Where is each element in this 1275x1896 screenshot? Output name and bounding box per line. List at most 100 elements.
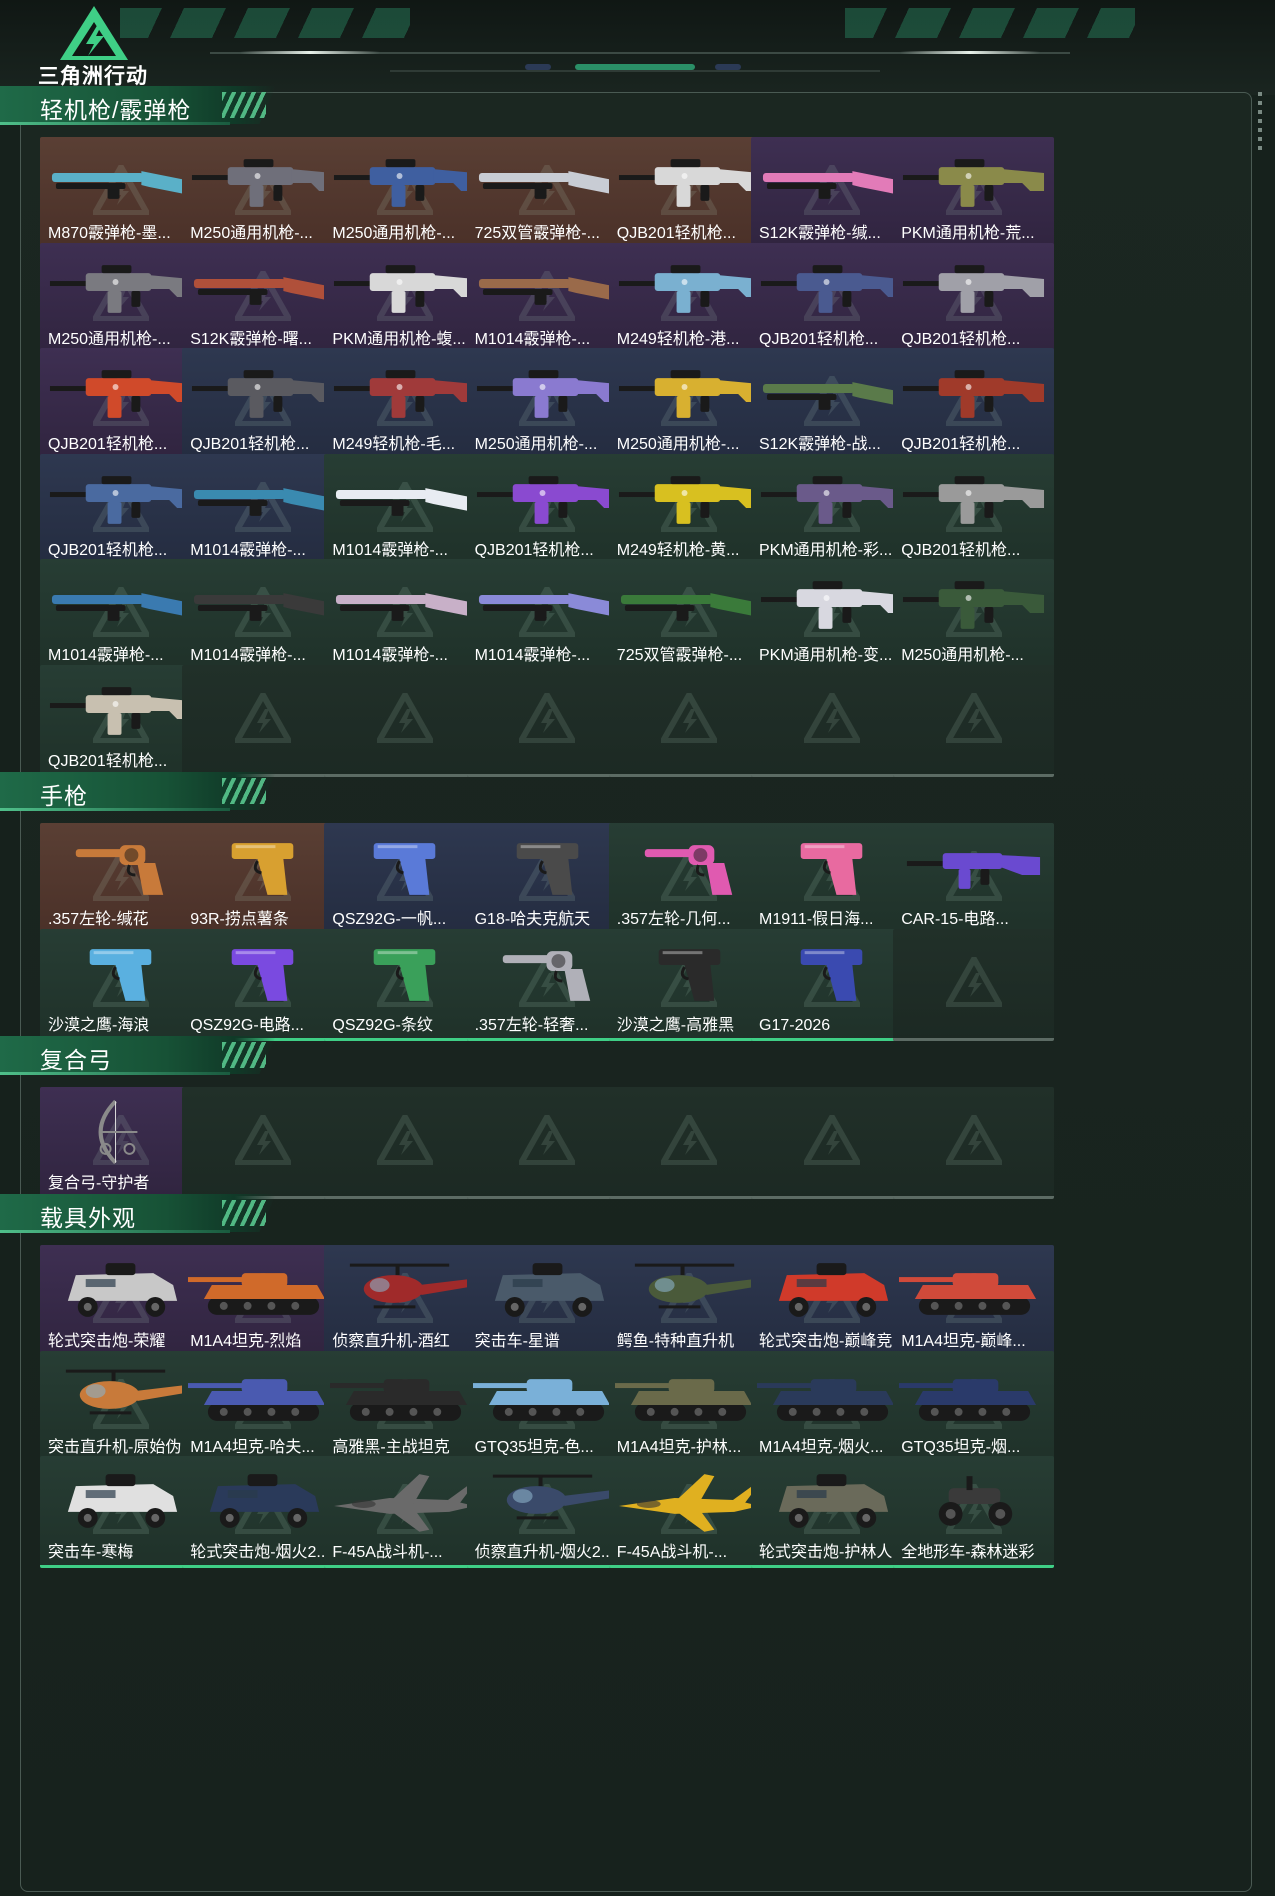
item-card[interactable]: QSZ92G-条纹 — [324, 928, 486, 1041]
shotgun-icon — [336, 593, 476, 621]
item-card[interactable]: M1A4坦克-烟火... — [751, 1350, 912, 1463]
item-card[interactable]: 突击直升机-原始伪... — [40, 1350, 201, 1463]
item-card[interactable]: M1A4坦克-巅峰... — [893, 1245, 1055, 1357]
item-card[interactable]: M1014霰弹枪-... — [466, 559, 628, 671]
item-card[interactable]: M1A4坦克-护林... — [608, 1350, 770, 1463]
item-card[interactable]: 复合弓-守护者 — [40, 1087, 201, 1199]
item-card[interactable]: QJB201轻机枪... — [40, 453, 201, 566]
item-card[interactable]: M249轻机枪-港... — [608, 242, 770, 355]
empty-slot — [893, 928, 1055, 1041]
helicopter-icon — [634, 1263, 754, 1309]
item-card[interactable]: 轮式突击炮-巅峰竞... — [751, 1245, 912, 1357]
scrollbar-handle[interactable] — [1258, 92, 1262, 152]
item-card[interactable]: M249轻机枪-黄... — [608, 453, 770, 566]
item-card[interactable]: M250通用机枪-... — [893, 559, 1055, 671]
item-card[interactable]: .357左轮-轻奢... — [466, 928, 628, 1041]
item-card[interactable]: M250通用机枪-... — [40, 242, 201, 355]
item-card[interactable]: 93R-捞点薯条 — [182, 823, 344, 935]
item-card[interactable]: 725双管霰弹枪-... — [608, 559, 770, 671]
item-card[interactable]: QJB201轻机枪... — [893, 348, 1055, 460]
item-card[interactable]: QJB201轻机枪... — [893, 242, 1055, 355]
banner-decoration-left — [120, 8, 410, 38]
item-name: QJB201轻机枪... — [474, 541, 594, 559]
item-card[interactable]: 沙漠之鹰-高雅黑 — [608, 928, 770, 1041]
item-card[interactable]: QJB201轻机枪... — [608, 137, 770, 249]
item-card[interactable]: 鳄鱼-特种直升机 — [608, 1245, 770, 1357]
section-header: 轻机枪/霰弹枪 — [0, 86, 280, 125]
item-card[interactable]: PKM通用机枪-蝮... — [324, 242, 486, 355]
item-card[interactable]: CAR-15-电路... — [893, 823, 1055, 935]
empty-slot — [893, 1087, 1055, 1199]
item-card[interactable]: QJB201轻机枪... — [466, 453, 628, 566]
item-card[interactable]: M1014霰弹枪-... — [324, 559, 486, 671]
item-card[interactable]: M1014霰弹枪-... — [324, 453, 486, 566]
machine-gun-icon — [476, 370, 618, 418]
item-card[interactable]: PKM通用机枪-荒... — [893, 137, 1055, 249]
item-card[interactable]: G18-哈夫克航天 — [466, 823, 628, 935]
item-card[interactable]: M1014霰弹枪-... — [466, 242, 628, 355]
pistol-icon — [516, 843, 578, 895]
item-card[interactable]: M1911-假日海... — [751, 823, 912, 935]
item-card[interactable]: 轮式突击炮-护林人 — [751, 1456, 912, 1568]
armored-car-icon — [210, 1474, 320, 1528]
tank-icon — [330, 1378, 468, 1421]
item-card[interactable]: QSZ92G-电路... — [182, 928, 344, 1041]
empty-slot — [893, 664, 1055, 777]
banner-indicator — [525, 64, 551, 70]
item-card[interactable]: 轮式突击炮-烟火2... — [182, 1456, 344, 1568]
revolver-icon — [644, 845, 733, 895]
item-card[interactable]: M250通用机枪-... — [466, 348, 628, 460]
item-card[interactable]: QJB201轻机枪... — [893, 453, 1055, 566]
placeholder-logo-icon — [945, 1115, 1002, 1165]
empty-slot — [466, 1087, 628, 1199]
item-card[interactable]: QSZ92G-一帆... — [324, 823, 486, 935]
machine-gun-icon — [760, 581, 903, 629]
item-card[interactable]: QJB201轻机枪... — [182, 348, 344, 460]
item-card[interactable]: S12K霰弹枪-缄... — [751, 137, 912, 249]
item-card[interactable]: S12K霰弹枪-战... — [751, 348, 912, 460]
item-card[interactable]: M1014霰弹枪-... — [182, 559, 344, 671]
item-card[interactable]: M1A4坦克-哈夫... — [182, 1350, 344, 1463]
item-name: 725双管霰弹枪-... — [616, 647, 743, 664]
item-card[interactable]: 725双管霰弹枪-... — [466, 137, 628, 249]
item-name: 突击车-寒梅 — [48, 1544, 134, 1561]
item-card[interactable]: M250通用机枪-... — [324, 137, 486, 249]
item-card[interactable]: G17-2026 — [751, 928, 912, 1041]
item-card[interactable]: F-45A战斗机-... — [608, 1456, 770, 1568]
item-name: M249轻机枪-毛... — [332, 436, 456, 453]
item-card[interactable]: 全地形车-森林迷彩 — [893, 1456, 1055, 1568]
item-card[interactable]: GTQ35坦克-色... — [466, 1350, 628, 1463]
item-card[interactable]: M249轻机枪-毛... — [324, 348, 486, 460]
item-card[interactable]: 侦察直升机-酒红 — [324, 1245, 486, 1357]
item-card[interactable]: .357左轮-缄花 — [40, 823, 201, 935]
item-card[interactable]: S12K霰弹枪-曙... — [182, 242, 344, 355]
item-card[interactable]: M870霰弹枪-墨... — [40, 137, 201, 249]
item-card[interactable]: 侦察直升机-烟火2... — [466, 1456, 628, 1568]
item-card[interactable]: .357左轮-几何... — [608, 823, 770, 935]
item-card[interactable]: QJB201轻机枪... — [40, 664, 201, 777]
item-name: 突击车-星谱 — [474, 1333, 560, 1350]
item-name: M1014霰弹枪-... — [190, 541, 306, 559]
item-name: M1014霰弹枪-... — [332, 541, 448, 559]
rarity-bar — [324, 1037, 486, 1041]
item-card[interactable]: M1014霰弹枪-... — [182, 453, 344, 566]
machine-gun-icon — [903, 581, 1045, 629]
item-card[interactable]: 沙漠之鹰-海浪 — [40, 928, 201, 1041]
item-card[interactable]: 高雅黑-主战坦克 — [324, 1350, 486, 1463]
item-card[interactable]: PKM通用机枪-变... — [751, 559, 912, 671]
item-card[interactable]: M1A4坦克-烈焰 — [182, 1245, 344, 1357]
item-card[interactable]: M250通用机枪-... — [182, 137, 344, 249]
item-card[interactable]: M1014霰弹枪-... — [40, 559, 201, 671]
item-card[interactable]: QJB201轻机枪... — [40, 348, 201, 460]
item-card[interactable]: QJB201轻机枪... — [751, 242, 912, 355]
item-card[interactable]: GTQ35坦克-烟... — [893, 1350, 1055, 1463]
item-card[interactable]: PKM通用机枪-彩... — [751, 453, 912, 566]
item-card[interactable]: 轮式突击炮-荣耀 — [40, 1245, 201, 1357]
placeholder-logo-icon — [661, 692, 718, 743]
item-card[interactable]: M250通用机枪-... — [608, 348, 770, 460]
item-card[interactable]: 突击车-寒梅 — [40, 1456, 201, 1568]
item-card[interactable]: F-45A战斗机-... — [324, 1456, 486, 1568]
item-card[interactable]: 突击车-星谱 — [466, 1245, 628, 1357]
item-name: .357左轮-轻奢... — [474, 1016, 589, 1034]
item-name: 鳄鱼-特种直升机 — [616, 1333, 735, 1350]
